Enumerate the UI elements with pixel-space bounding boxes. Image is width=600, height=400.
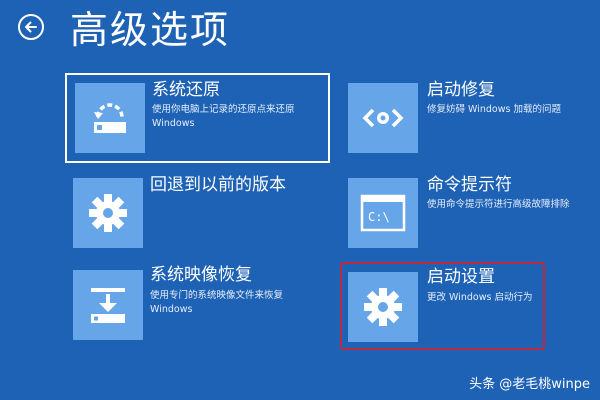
startup-repair-description: 修复妨碍 Windows 加载的问题	[427, 104, 561, 115]
system-image-recovery-title: 系统映像恢复	[150, 265, 252, 285]
code-brackets-icon	[348, 83, 418, 153]
option-system-image-recovery[interactable]: 系统映像恢复 使用专门的系统映像文件来恢复 Windows	[65, 262, 330, 352]
system-restore-icon	[75, 83, 145, 153]
option-startup-settings[interactable]: 启动设置 更改 Windows 启动行为	[340, 262, 545, 350]
system-image-recovery-description-line-2: Windows	[150, 304, 193, 315]
system-restore-description-line-1: 使用你电脑上记录的还原点来还原	[152, 104, 295, 115]
option-go-back[interactable]: 回退到以前的版本	[65, 168, 330, 258]
gear-icon	[73, 178, 143, 248]
startup-settings-title: 启动设置	[427, 267, 495, 287]
system-image-recovery-description-line-1: 使用专门的系统映像文件来恢复	[150, 290, 284, 301]
command-prompt-description: 使用命令提示符进行高级故障排除	[427, 199, 570, 210]
back-arrow-icon	[25, 21, 37, 33]
system-restore-title: 系统还原	[152, 80, 220, 100]
command-prompt-title: 命令提示符	[427, 175, 512, 195]
system-restore-description-line-2: Windows	[152, 118, 195, 129]
command-prompt-icon: C:\	[348, 178, 418, 248]
command-prompt-icon-text: C:\	[368, 210, 390, 224]
gear-icon	[348, 272, 418, 342]
back-button[interactable]	[18, 14, 44, 40]
startup-repair-title: 启动修复	[427, 80, 495, 100]
image-recovery-icon	[73, 270, 143, 340]
watermark-text: 头条 @老毛桃winpe	[469, 377, 590, 392]
option-system-restore[interactable]: 系统还原 使用你电脑上记录的还原点来还原 Windows	[65, 73, 330, 163]
go-back-title: 回退到以前的版本	[150, 175, 286, 195]
option-command-prompt[interactable]: C:\ 命令提示符 使用命令提示符进行高级故障排除	[340, 168, 570, 258]
option-startup-repair[interactable]: 启动修复 修复妨碍 Windows 加载的问题	[340, 73, 561, 163]
startup-settings-description: 更改 Windows 启动行为	[427, 292, 533, 303]
page-title: 高级选项	[70, 8, 231, 52]
